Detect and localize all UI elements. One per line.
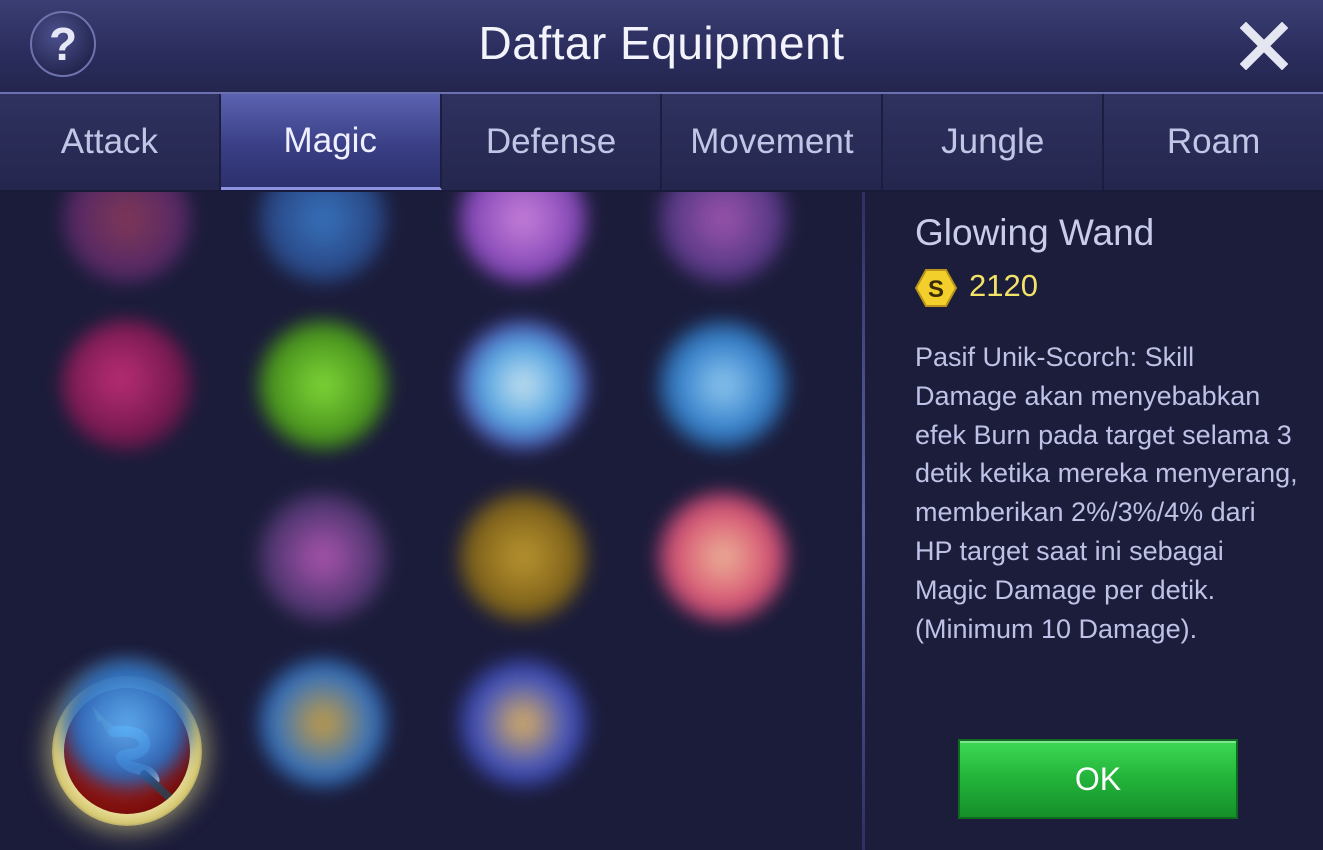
tab-roam[interactable]: Roam: [1104, 94, 1323, 190]
header-bar: ? Daftar Equipment: [0, 0, 1323, 94]
equipment-grid: [0, 192, 862, 850]
item-detail-panel: Glowing Wand S 2120 Pasif Unik-Scorch: S…: [865, 192, 1323, 850]
equipment-item[interactable]: [458, 492, 588, 622]
equipment-item[interactable]: [258, 492, 388, 622]
equipment-item[interactable]: [658, 192, 788, 284]
tab-label: Jungle: [941, 122, 1045, 161]
equipment-item[interactable]: [258, 658, 388, 788]
gold-coin-icon: S: [915, 269, 957, 307]
close-icon: [1240, 22, 1288, 70]
equipment-item[interactable]: [458, 192, 588, 284]
tab-attack[interactable]: Attack: [0, 94, 221, 190]
ok-button[interactable]: OK: [958, 739, 1238, 819]
equipment-item[interactable]: [458, 320, 588, 450]
tab-label: Movement: [690, 122, 854, 161]
tab-movement[interactable]: Movement: [662, 94, 884, 190]
ok-button-label: OK: [1074, 760, 1122, 797]
equipment-item[interactable]: [658, 492, 788, 622]
equipment-item[interactable]: [62, 192, 192, 284]
equipment-item[interactable]: [62, 658, 192, 788]
tab-defense[interactable]: Defense: [441, 94, 663, 190]
equipment-item[interactable]: [258, 320, 388, 450]
category-tabs: Attack Magic Defense Movement Jungle Roa…: [0, 94, 1323, 190]
currency-symbol: S: [928, 276, 944, 303]
tab-jungle[interactable]: Jungle: [883, 94, 1105, 190]
tab-label: Roam: [1166, 122, 1261, 161]
item-name: Glowing Wand: [915, 212, 1155, 253]
tab-magic[interactable]: Magic: [220, 94, 442, 190]
equipment-item[interactable]: [458, 658, 588, 788]
tab-label: Defense: [485, 122, 617, 161]
item-description[interactable]: Pasif Unik-Scorch: Skill Damage akan men…: [915, 338, 1300, 714]
equipment-item[interactable]: [258, 192, 388, 284]
tab-label: Attack: [60, 122, 159, 161]
equipment-item[interactable]: [62, 320, 192, 450]
item-price: 2120: [969, 268, 1038, 303]
close-button[interactable]: [1232, 14, 1296, 78]
tab-label: Magic: [283, 120, 377, 160]
equipment-item[interactable]: [658, 320, 788, 450]
page-title: Daftar Equipment: [478, 17, 845, 69]
